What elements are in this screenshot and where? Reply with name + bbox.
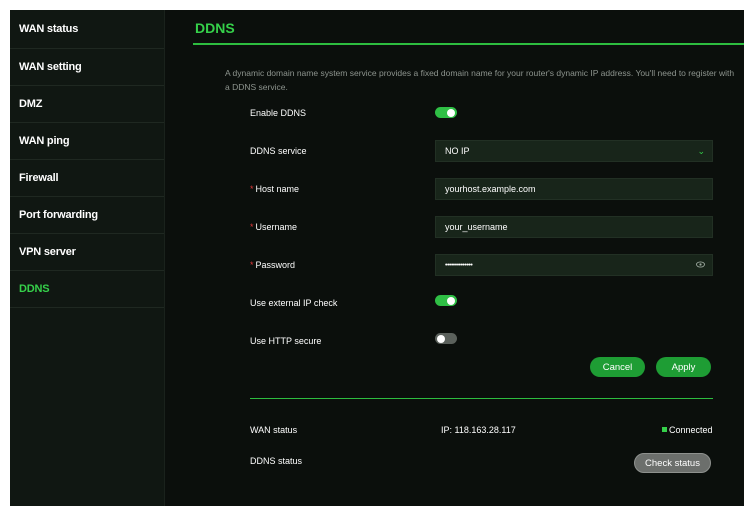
wan-status-label: WAN status	[250, 425, 298, 435]
password-label: * Password	[250, 260, 295, 270]
username-input[interactable]: your_username	[435, 216, 713, 238]
sidebar-item-wan-ping[interactable]: WAN ping	[10, 123, 164, 160]
host-name-input[interactable]: yourhost.example.com	[435, 178, 713, 200]
ddns-service-select[interactable]: NO IP ⌄	[435, 140, 713, 162]
enable-ddns-toggle[interactable]	[435, 107, 457, 118]
chevron-down-icon: ⌄	[697, 146, 705, 156]
connection-status: Connected	[662, 425, 713, 435]
ddns-status-label: DDNS status	[250, 456, 303, 466]
status-dot-icon	[662, 427, 667, 432]
username-value: your_username	[445, 222, 508, 232]
toggle-knob	[447, 108, 455, 117]
page-description: A dynamic domain name system service pro…	[225, 68, 735, 92]
title-divider	[193, 43, 744, 45]
http-secure-toggle[interactable]	[435, 333, 457, 344]
host-name-value: yourhost.example.com	[445, 184, 536, 194]
connection-status-text: Connected	[669, 425, 713, 435]
check-status-button[interactable]: Check status	[634, 453, 711, 473]
required-mark: *	[250, 260, 254, 270]
ddns-service-value: NO IP	[445, 146, 470, 156]
username-label: * Username	[250, 222, 297, 232]
toggle-knob	[447, 296, 455, 305]
username-label-text: Username	[255, 222, 298, 232]
sidebar-item-firewall[interactable]: Firewall	[10, 160, 164, 197]
required-mark: *	[250, 184, 254, 194]
enable-ddns-label: Enable DDNS	[250, 108, 307, 118]
sidebar-item-wan-status[interactable]: WAN status	[10, 10, 164, 49]
status-divider	[250, 398, 713, 399]
router-admin-window: WAN status WAN setting DMZ WAN ping Fire…	[10, 10, 744, 506]
wan-ip-value: IP: 118.163.28.117	[441, 425, 516, 435]
toggle-knob	[437, 334, 445, 343]
password-label-text: Password	[255, 260, 296, 270]
host-name-label: * Host name	[250, 184, 299, 194]
sidebar-item-port-forwarding[interactable]: Port forwarding	[10, 197, 164, 234]
cancel-button[interactable]: Cancel	[590, 357, 645, 377]
sidebar: WAN status WAN setting DMZ WAN ping Fire…	[10, 10, 165, 506]
ddns-service-label: DDNS service	[250, 146, 307, 156]
page-title: DDNS	[195, 20, 235, 36]
external-ip-check-toggle[interactable]	[435, 295, 457, 306]
password-input[interactable]: ••••••••••••••	[435, 254, 713, 276]
main-content: DDNS A dynamic domain name system servic…	[165, 10, 744, 506]
sidebar-item-dmz[interactable]: DMZ	[10, 86, 164, 123]
sidebar-item-ddns[interactable]: DDNS	[10, 271, 164, 308]
external-ip-check-label: Use external IP check	[250, 298, 338, 308]
sidebar-item-vpn-server[interactable]: VPN server	[10, 234, 164, 271]
password-value: ••••••••••••••	[445, 261, 473, 269]
apply-button[interactable]: Apply	[656, 357, 711, 377]
host-name-label-text: Host name	[255, 184, 300, 194]
eye-icon[interactable]	[696, 260, 705, 270]
required-mark: *	[250, 222, 254, 232]
sidebar-item-wan-setting[interactable]: WAN setting	[10, 49, 164, 86]
http-secure-label: Use HTTP secure	[250, 336, 322, 346]
